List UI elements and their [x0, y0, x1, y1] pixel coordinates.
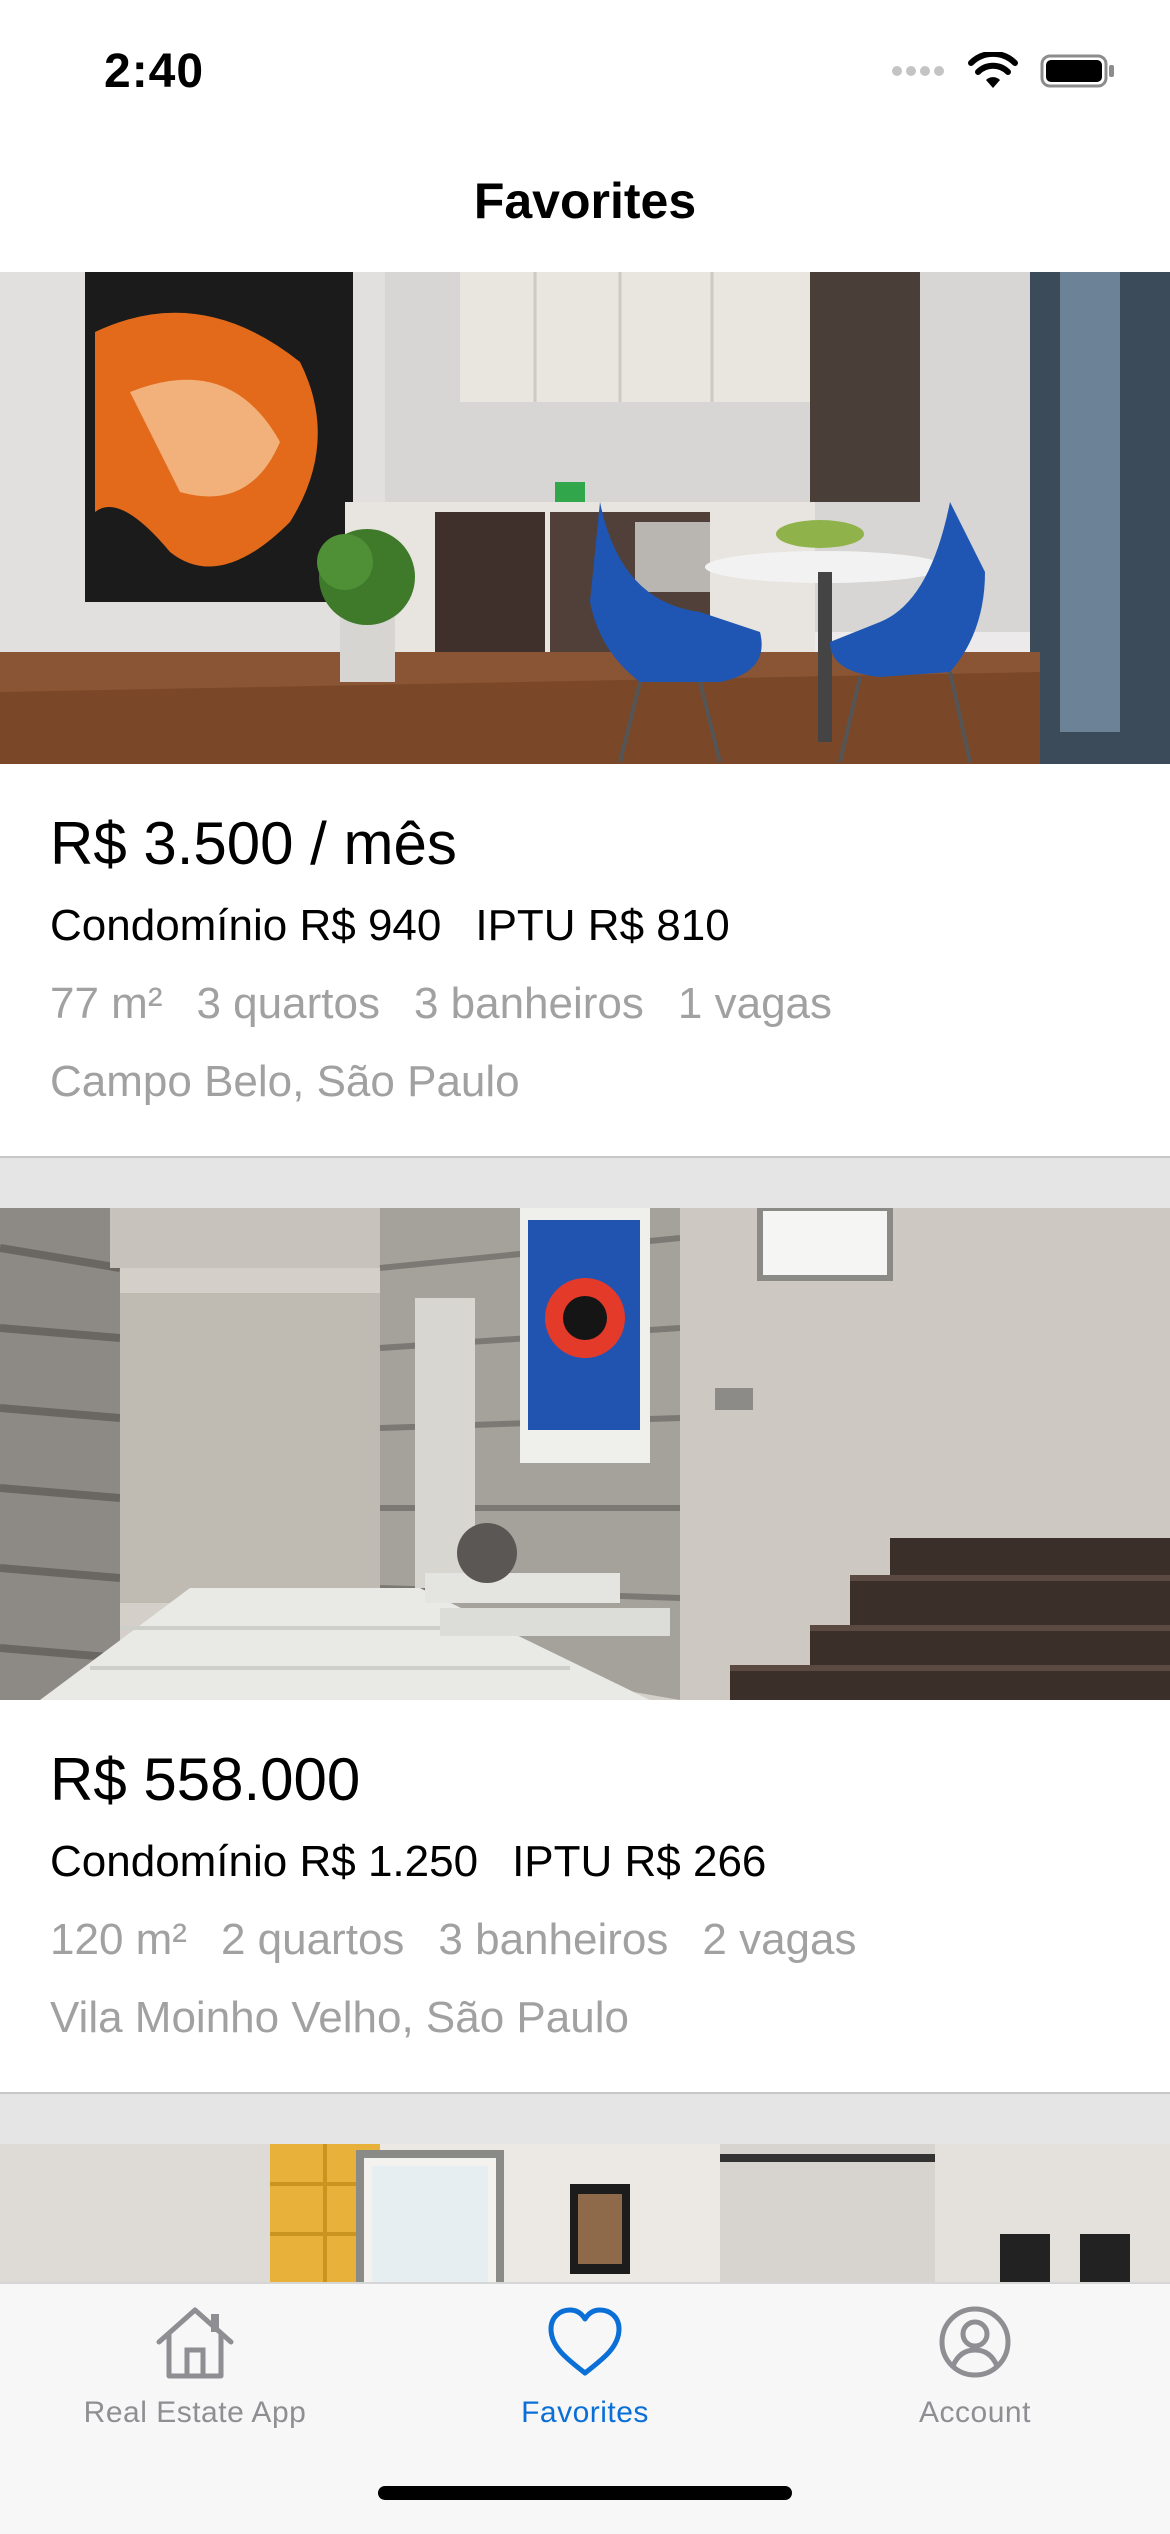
iptu-fee: IPTU R$ 810: [475, 901, 730, 950]
parking: 1 vagas: [677, 979, 833, 1028]
home-indicator[interactable]: [378, 2486, 792, 2500]
bedrooms: 2 quartos: [220, 1915, 405, 1964]
bedrooms: 3 quartos: [196, 979, 380, 1028]
battery-icon: [1040, 54, 1114, 88]
condominio-fee: Condomínio R$ 1.250: [50, 1837, 479, 1886]
bathrooms: 3 banheiros: [438, 1915, 669, 1964]
signal-icon: [892, 66, 944, 76]
listing-card[interactable]: R$ 558.000 Condomínio R$ 1.250 IPTU R$ 26…: [0, 1208, 1170, 2094]
listing-fees: Condomínio R$ 1.250 IPTU R$ 266: [50, 1834, 1120, 1890]
tab-favorites[interactable]: Favorites: [390, 2302, 780, 2430]
listing-fees: Condomínio R$ 940 IPTU R$ 810: [50, 898, 1120, 954]
parking: 2 vagas: [702, 1915, 857, 1964]
listing-location: Vila Moinho Velho, São Paulo: [50, 1993, 629, 2042]
listing-card[interactable]: R$ 3.500 / mês Condomínio R$ 940 IPTU R$ …: [0, 272, 1170, 1158]
listing-price: R$ 558.000: [50, 1746, 361, 1813]
area: 120 m²: [50, 1915, 187, 1964]
condominio-fee: Condomínio R$ 940: [50, 901, 442, 950]
listing-price: R$ 3.500 / mês: [50, 810, 457, 877]
page-title: Favorites: [473, 173, 697, 229]
listing-location: Campo Belo, São Paulo: [50, 1057, 520, 1106]
tab-account[interactable]: Account: [780, 2302, 1170, 2430]
status-bar: 2:40: [0, 0, 1170, 140]
hallway-photo: [0, 1208, 1170, 1700]
status-time: 2:40: [104, 45, 205, 98]
area: 77 m²: [50, 979, 163, 1028]
listing-photo-peek[interactable]: [0, 2144, 1170, 2282]
favorites-list[interactable]: R$ 3.500 / mês Condomínio R$ 940 IPTU R$ …: [0, 272, 1170, 2282]
person-circle-icon: [939, 2306, 1011, 2378]
tab-label: Account: [919, 2396, 1031, 2429]
wifi-icon: [968, 52, 1018, 88]
listing-specs: 77 m² 3 quartos 3 banheiros 1 vagas: [50, 976, 1120, 1032]
bathrooms: 3 banheiros: [413, 979, 644, 1028]
listing-specs: 120 m² 2 quartos 3 banheiros 2 vagas: [50, 1912, 1120, 1968]
iptu-fee: IPTU R$ 266: [512, 1837, 767, 1886]
status-icons: [892, 52, 1116, 90]
tab-label: Favorites: [521, 2396, 649, 2429]
house-icon: [156, 2307, 234, 2379]
kitchen-photo: [0, 272, 1170, 764]
tab-label: Real Estate App: [83, 2396, 307, 2429]
tab-real-estate-app[interactable]: Real Estate App: [0, 2302, 390, 2430]
heart-icon: [548, 2307, 622, 2376]
